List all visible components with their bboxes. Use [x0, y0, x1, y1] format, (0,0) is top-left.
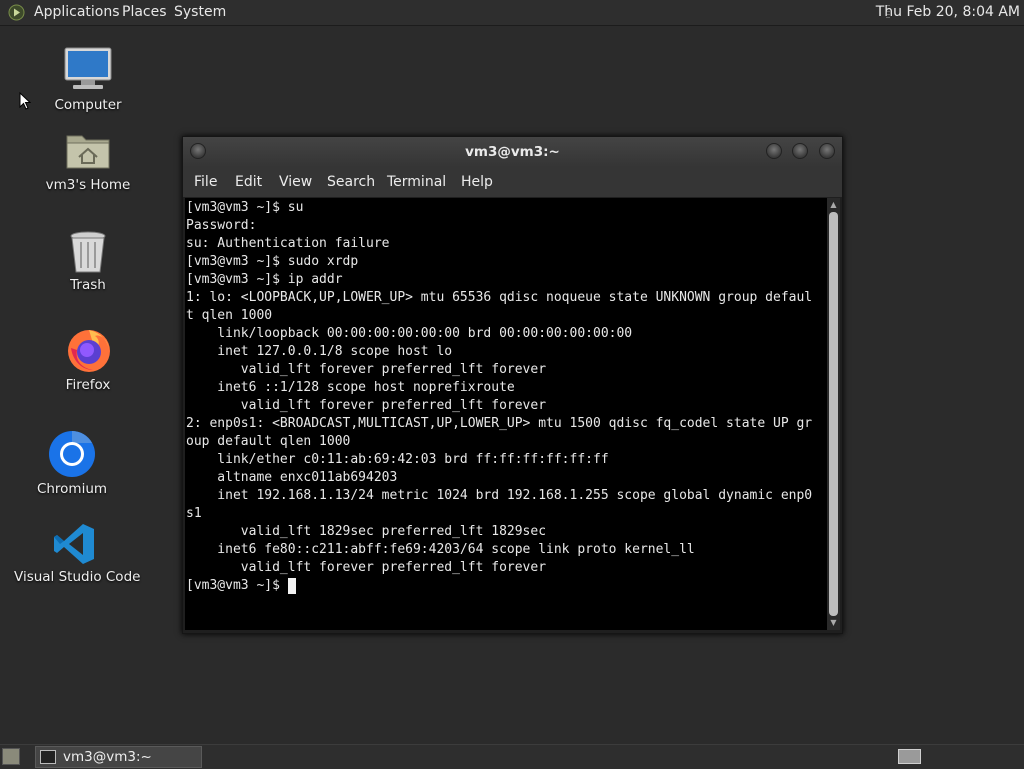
menu-view[interactable]: View	[279, 167, 312, 197]
menu-terminal[interactable]: Terminal	[387, 167, 446, 197]
desktop-icon-label: Chromium	[36, 481, 108, 497]
menu-help[interactable]: Help	[461, 167, 493, 197]
applications-menu[interactable]: Applications	[34, 0, 120, 25]
terminal-menubar: File Edit View Search Terminal Help	[183, 167, 842, 197]
desktop-icon-label: Trash	[70, 277, 106, 293]
desktop-icon-trash[interactable]: Trash	[40, 228, 136, 298]
system-menu[interactable]: System	[174, 0, 226, 25]
show-desktop-icon[interactable]	[2, 748, 20, 765]
desktop-icon-chromium[interactable]: Chromium	[24, 430, 120, 500]
desktop-icon-computer[interactable]: Computer	[40, 44, 136, 114]
maximize-button[interactable]	[792, 143, 808, 159]
desktop-icon-home[interactable]: vm3's Home	[40, 126, 136, 196]
computer-icon	[64, 47, 112, 89]
top-panel: Applications Places System Thu Feb 20, 8…	[0, 0, 1024, 26]
workspace-switcher[interactable]	[898, 749, 921, 764]
window-titlebar[interactable]: vm3@vm3:~	[183, 137, 842, 167]
menu-edit[interactable]: Edit	[235, 167, 262, 197]
terminal-output[interactable]: [vm3@vm3 ~]$ su Password: su: Authentica…	[185, 198, 827, 630]
chromium-icon	[49, 431, 95, 477]
trash-icon	[70, 231, 106, 273]
mouse-pointer-icon	[19, 92, 31, 110]
terminal-scrollbar[interactable]: ▲ ▼	[827, 198, 840, 630]
taskbar-window-button[interactable]: vm3@vm3:~	[35, 746, 202, 768]
home-folder-icon	[66, 135, 110, 169]
vscode-icon	[54, 524, 94, 564]
places-menu[interactable]: Places	[122, 0, 167, 25]
taskbar-window-label: vm3@vm3:~	[63, 749, 152, 765]
window-title: vm3@vm3:~	[465, 144, 560, 160]
terminal-icon	[40, 750, 56, 764]
bottom-panel: vm3@vm3:~	[0, 744, 1024, 769]
menu-search[interactable]: Search	[327, 167, 375, 197]
desktop-icon-label: vm3's Home	[45, 177, 131, 193]
clock[interactable]: Thu Feb 20, 8:04 AM	[876, 0, 1020, 25]
desktop-icon-label: Computer	[54, 97, 122, 113]
scroll-up-arrow-icon[interactable]: ▲	[827, 199, 840, 211]
distro-logo-icon[interactable]	[8, 4, 25, 21]
close-button[interactable]	[819, 143, 835, 159]
desktop-icon-vscode[interactable]: Visual Studio Code	[14, 520, 141, 590]
desktop-icon-firefox[interactable]: Firefox	[40, 326, 136, 396]
terminal-window[interactable]: vm3@vm3:~ File Edit View Search Terminal…	[182, 136, 843, 634]
terminal-text: [vm3@vm3 ~]$ su Password: su: Authentica…	[186, 200, 813, 593]
scrollbar-thumb[interactable]	[829, 212, 838, 616]
desktop-icon-label: Visual Studio Code	[14, 569, 141, 585]
menu-file[interactable]: File	[194, 167, 217, 197]
firefox-icon	[68, 330, 110, 372]
scroll-down-arrow-icon[interactable]: ▼	[827, 617, 840, 629]
desktop-icon-label: Firefox	[65, 377, 111, 393]
text-cursor	[287, 578, 296, 594]
minimize-button[interactable]	[766, 143, 782, 159]
